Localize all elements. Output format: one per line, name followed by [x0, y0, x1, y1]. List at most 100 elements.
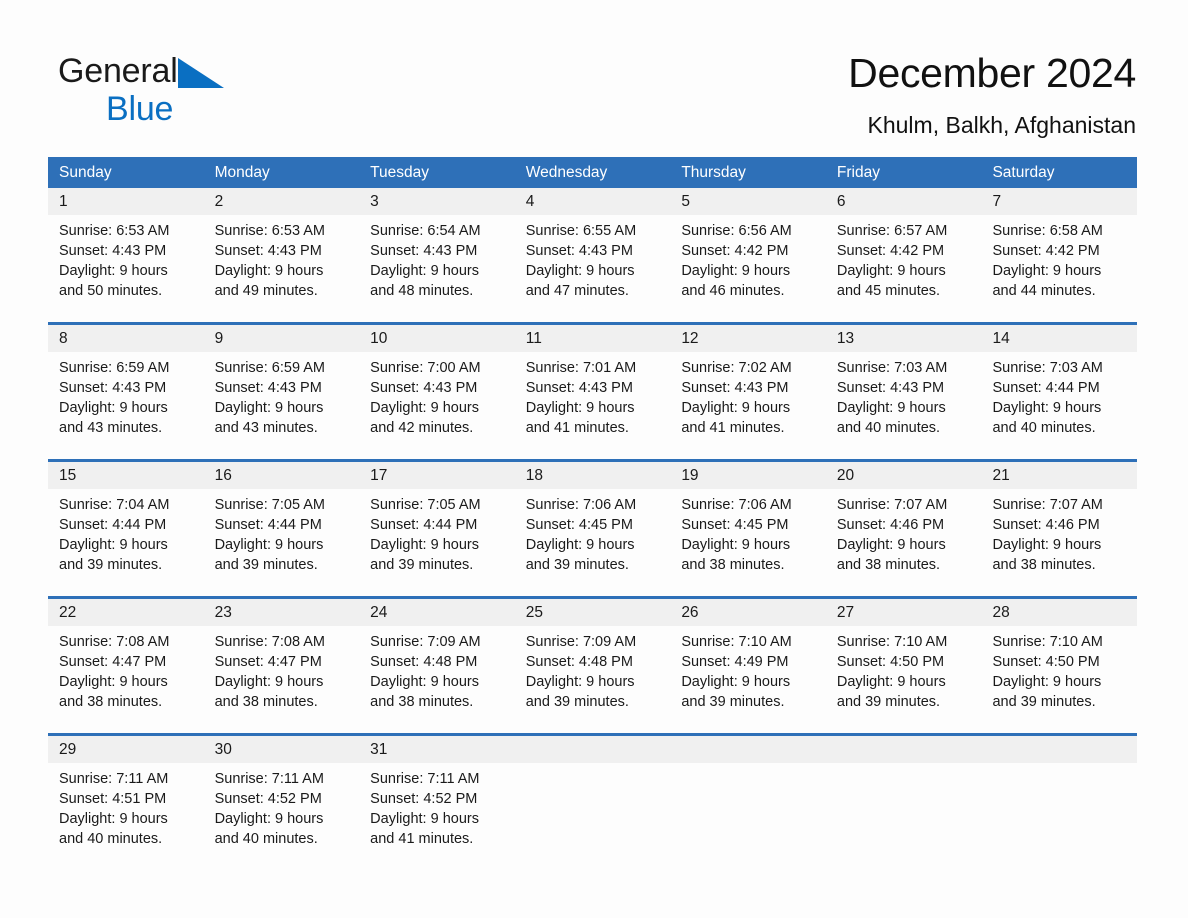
day-sunset-text: Sunset: 4:43 PM: [681, 380, 789, 396]
day-sunset-text: Sunset: 4:51 PM: [59, 791, 167, 807]
day-number-21[interactable]: 21: [981, 462, 1137, 489]
day-number-6[interactable]: 6: [826, 188, 982, 215]
day-number-3[interactable]: 3: [359, 188, 515, 215]
day-sunset-text: Sunset: 4:47 PM: [214, 654, 322, 670]
day-cell-1[interactable]: Sunrise: 6:53 AM Sunset: 4:43 PM Daylight:…: [48, 215, 204, 322]
day-number-16[interactable]: 16: [204, 462, 360, 489]
day-number-29[interactable]: 29: [48, 736, 204, 763]
week-detail-strip: Sunrise: 6:59 AM Sunset: 4:43 PM Daylight:…: [48, 352, 1137, 459]
day-cell-9[interactable]: Sunrise: 6:59 AM Sunset: 4:43 PM Daylight:…: [204, 352, 360, 459]
day-sunrise-text: Sunrise: 7:08 AM: [214, 634, 325, 650]
week-date-strip: 8 9 10 11 12 13 14: [48, 325, 1137, 352]
day-number-28[interactable]: 28: [981, 599, 1137, 626]
week-date-strip: 29 30 31: [48, 736, 1137, 763]
day-sunrise-text: Sunrise: 6:58 AM: [992, 223, 1103, 239]
day-cell-11[interactable]: Sunrise: 7:01 AM Sunset: 4:43 PM Daylight:…: [515, 352, 671, 459]
day-number-4[interactable]: 4: [515, 188, 671, 215]
day-number-1[interactable]: 1: [48, 188, 204, 215]
day-daylight-line2-text: and 40 minutes.: [836, 420, 941, 436]
day-number-17[interactable]: 17: [359, 462, 515, 489]
day-daylight-line1-text: Daylight: 9 hours: [370, 263, 479, 279]
week-date-strip: 1234567: [48, 188, 1137, 215]
day-cell-23[interactable]: Sunrise: 7:08 AM Sunset: 4:47 PM Daylight:…: [204, 626, 360, 733]
day-number-26[interactable]: 26: [670, 599, 826, 626]
day-sunrise-text: Sunrise: 6:55 AM: [525, 223, 637, 239]
day-cell-26[interactable]: Sunrise: 7:10 AM Sunset: 4:49 PM Daylight:…: [670, 626, 826, 733]
day-number-18[interactable]: 18: [515, 462, 671, 489]
day-daylight-line2-text: and 44 minutes.: [992, 283, 1096, 299]
day-cell-13[interactable]: Sunrise: 7:03 AM Sunset: 4:43 PM Daylight:…: [826, 352, 982, 459]
day-cell-2[interactable]: Sunrise: 6:53 AM Sunset: 4:43 PM Daylight:…: [204, 215, 360, 322]
day-number-14[interactable]: 14: [981, 325, 1137, 352]
day-sunset-text: Sunset: 4:52 PM: [214, 791, 322, 807]
day-sunset-text: Sunset: 4:43 PM: [214, 243, 322, 259]
day-number-7[interactable]: 7: [981, 188, 1137, 215]
day-daylight-line1-text: Daylight: 9 hours: [836, 537, 946, 553]
day-daylight-line1-text: Daylight: 9 hours: [836, 400, 946, 416]
day-number-30[interactable]: 30: [204, 736, 360, 763]
brand-logo[interactable]: General Blue: [58, 52, 378, 132]
day-daylight-line2-text: and 38 minutes.: [992, 557, 1096, 573]
day-sunset-text: Sunset: 4:42 PM: [992, 243, 1100, 259]
day-sunrise-text: Sunrise: 7:07 AM: [992, 497, 1103, 513]
day-number-13[interactable]: 13: [826, 325, 982, 352]
day-daylight-line1-text: Daylight: 9 hours: [681, 263, 791, 279]
day-cell-3[interactable]: Sunrise: 6:54 AM Sunset: 4:43 PM Daylight:…: [359, 215, 515, 322]
day-cell-6[interactable]: Sunrise: 6:57 AM Sunset: 4:42 PM Daylight:…: [826, 215, 982, 322]
weekday-header-friday: Friday: [836, 164, 880, 181]
day-cell-22[interactable]: Sunrise: 7:08 AM Sunset: 4:47 PM Daylight:…: [48, 626, 204, 733]
day-cell-15[interactable]: Sunrise: 7:04 AM Sunset: 4:44 PM Daylight:…: [48, 489, 204, 596]
brand-line-top: General: [58, 52, 378, 90]
day-sunrise-text: Sunrise: 7:10 AM: [992, 634, 1103, 650]
day-sunset-text: Sunset: 4:43 PM: [370, 243, 478, 259]
day-cell-21[interactable]: Sunrise: 7:07 AM Sunset: 4:46 PM Daylight:…: [981, 489, 1137, 596]
day-cell-27[interactable]: Sunrise: 7:10 AM Sunset: 4:50 PM Daylight:…: [826, 626, 982, 733]
day-cell-empty: [670, 763, 826, 870]
day-cell-28[interactable]: Sunrise: 7:10 AM Sunset: 4:50 PM Daylight:…: [981, 626, 1137, 733]
day-cell-empty: [981, 763, 1137, 870]
day-sunset-text: Sunset: 4:49 PM: [681, 654, 789, 670]
day-number-2[interactable]: 2: [204, 188, 360, 215]
day-number-20[interactable]: 20: [826, 462, 982, 489]
day-cell-14[interactable]: Sunrise: 7:03 AM Sunset: 4:44 PM Daylight:…: [981, 352, 1137, 459]
day-sunrise-text: Sunrise: 7:07 AM: [836, 497, 948, 513]
day-sunset-text: Sunset: 4:45 PM: [525, 517, 633, 533]
day-cell-16[interactable]: Sunrise: 7:05 AM Sunset: 4:44 PM Daylight:…: [204, 489, 360, 596]
day-sunset-text: Sunset: 4:46 PM: [836, 517, 945, 533]
day-number-8[interactable]: 8: [48, 325, 204, 352]
day-cell-17[interactable]: Sunrise: 7:05 AM Sunset: 4:44 PM Daylight:…: [359, 489, 515, 596]
day-daylight-line1-text: Daylight: 9 hours: [836, 674, 946, 690]
day-cell-31[interactable]: Sunrise: 7:11 AM Sunset: 4:52 PM Daylight:…: [359, 763, 515, 870]
day-cell-8[interactable]: Sunrise: 6:59 AM Sunset: 4:43 PM Daylight:…: [48, 352, 204, 459]
day-cell-7[interactable]: Sunrise: 6:58 AM Sunset: 4:42 PM Daylight:…: [981, 215, 1137, 322]
day-number-19[interactable]: 19: [670, 462, 826, 489]
day-cell-19[interactable]: Sunrise: 7:06 AM Sunset: 4:45 PM Daylight:…: [670, 489, 826, 596]
day-number-12[interactable]: 12: [670, 325, 826, 352]
day-number-23[interactable]: 23: [204, 599, 360, 626]
day-number-24[interactable]: 24: [359, 599, 515, 626]
day-cell-4[interactable]: Sunrise: 6:55 AM Sunset: 4:43 PM Daylight:…: [515, 215, 671, 322]
day-cell-5[interactable]: Sunrise: 6:56 AM Sunset: 4:42 PM Daylight:…: [670, 215, 826, 322]
day-cell-12[interactable]: Sunrise: 7:02 AM Sunset: 4:43 PM Daylight:…: [670, 352, 826, 459]
day-cell-25[interactable]: Sunrise: 7:09 AM Sunset: 4:48 PM Daylight:…: [515, 626, 671, 733]
day-sunrise-text: Sunrise: 7:10 AM: [836, 634, 948, 650]
day-number-5[interactable]: 5: [670, 188, 826, 215]
day-cell-30[interactable]: Sunrise: 7:11 AM Sunset: 4:52 PM Daylight:…: [204, 763, 360, 870]
day-daylight-line2-text: and 45 minutes.: [836, 283, 941, 299]
day-number-15[interactable]: 15: [48, 462, 204, 489]
day-number-25[interactable]: 25: [515, 599, 671, 626]
day-sunset-text: Sunset: 4:46 PM: [992, 517, 1100, 533]
day-cell-24[interactable]: Sunrise: 7:09 AM Sunset: 4:48 PM Daylight:…: [359, 626, 515, 733]
day-number-9[interactable]: 9: [204, 325, 360, 352]
day-number-31[interactable]: 31: [359, 736, 515, 763]
day-cell-18[interactable]: Sunrise: 7:06 AM Sunset: 4:45 PM Daylight:…: [515, 489, 671, 596]
day-cell-20[interactable]: Sunrise: 7:07 AM Sunset: 4:46 PM Daylight:…: [826, 489, 982, 596]
day-number-10[interactable]: 10: [359, 325, 515, 352]
day-cell-29[interactable]: Sunrise: 7:11 AM Sunset: 4:51 PM Daylight:…: [48, 763, 204, 870]
day-number-27[interactable]: 27: [826, 599, 982, 626]
day-number-22[interactable]: 22: [48, 599, 204, 626]
day-cell-10[interactable]: Sunrise: 7:00 AM Sunset: 4:43 PM Daylight:…: [359, 352, 515, 459]
day-daylight-line1-text: Daylight: 9 hours: [525, 400, 635, 416]
calendar-weeks: 1 2 3 4 5 6 7 Sunrise: 6:53 AM Sunset: 4:43 PM Da…: [48, 188, 1137, 870]
day-number-11[interactable]: 11: [515, 325, 671, 352]
